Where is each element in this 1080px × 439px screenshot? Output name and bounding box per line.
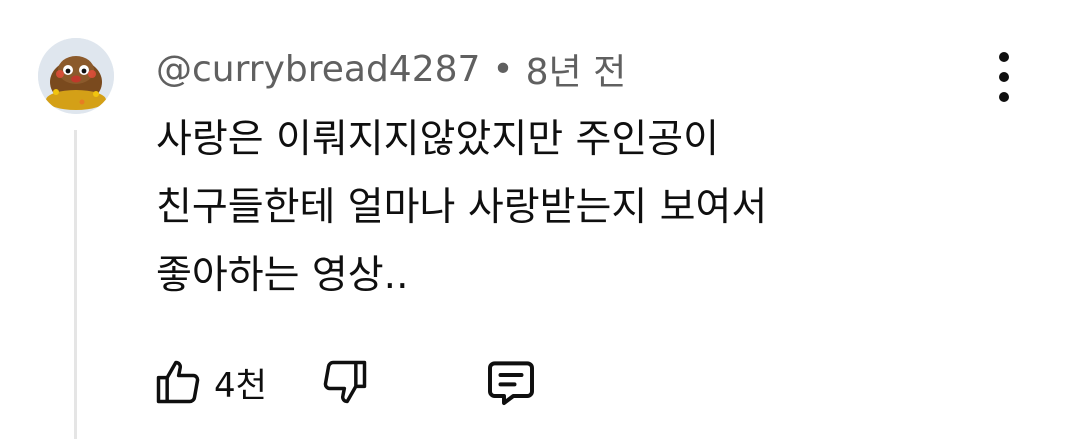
comment-item: @currybread4287 • 8년 전 사랑은 이뤄지지않았지만 주인공이… [0,0,1080,439]
comment-actions: 4천 [152,352,539,412]
comment-text-line: 친구들한테 얼마나 사랑받는지 보여서 [156,185,768,230]
thread-line [74,130,77,439]
dislike-button[interactable] [319,356,371,408]
thumbs-up-icon [156,360,200,404]
avatar[interactable] [38,38,114,114]
more-dot [999,52,1009,62]
reply-button[interactable] [483,354,539,410]
comment-time[interactable]: 8년 전 [526,43,627,95]
comment-text: 사랑은 이뤄지지않았지만 주인공이 친구들한테 얼마나 사랑받는지 보여서 좋아… [156,106,1036,310]
thumbs-down-icon [323,360,367,404]
more-dot [999,72,1009,82]
avatar-image [38,38,114,114]
more-vert-icon[interactable] [986,52,1022,102]
more-dot [999,92,1009,102]
like-button[interactable] [152,356,204,408]
comment-text-line: 좋아하는 영상.. [156,253,409,298]
like-count: 4천 [214,365,267,406]
author-name[interactable]: @currybread4287 [156,49,480,90]
comment-reply-icon [487,361,534,405]
separator-dot: • [492,48,514,90]
comment-header: @currybread4287 • 8년 전 [156,44,626,94]
comment-text-line: 사랑은 이뤄지지않았지만 주인공이 [156,117,719,162]
